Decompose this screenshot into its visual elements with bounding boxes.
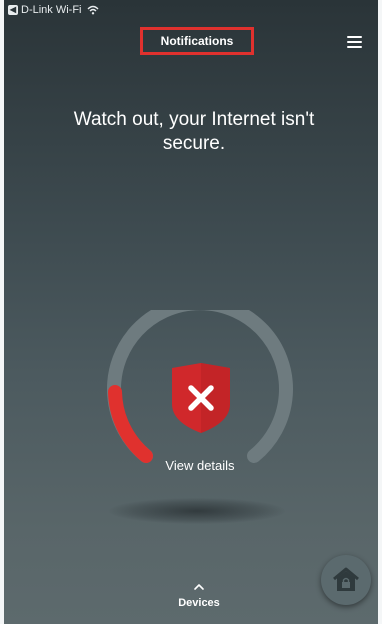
app-screen: ◀ D-Link Wi-Fi Notifications Watch out, … (4, 0, 378, 624)
back-app-label[interactable]: D-Link Wi-Fi (21, 4, 82, 16)
gauge-level-arc (108, 385, 153, 463)
back-arrow-icon[interactable]: ◀ (8, 5, 18, 15)
hamburger-menu-icon[interactable] (344, 35, 366, 49)
security-headline: Watch out, your Internet isn't secure. (73, 109, 315, 154)
devices-tab[interactable]: Devices (164, 597, 234, 609)
gauge-shadow (109, 498, 285, 524)
shield-x-icon[interactable] (168, 362, 234, 434)
notifications-tab[interactable]: Notifications (140, 27, 254, 55)
status-bar: ◀ D-Link Wi-Fi (8, 1, 99, 19)
house-lock-button[interactable] (321, 555, 371, 605)
house-lock-icon (333, 567, 359, 591)
notifications-label: Notifications (160, 34, 234, 48)
wifi-icon (87, 5, 98, 15)
chevron-up-icon[interactable] (193, 583, 205, 591)
view-details-link[interactable]: View details (144, 458, 256, 473)
